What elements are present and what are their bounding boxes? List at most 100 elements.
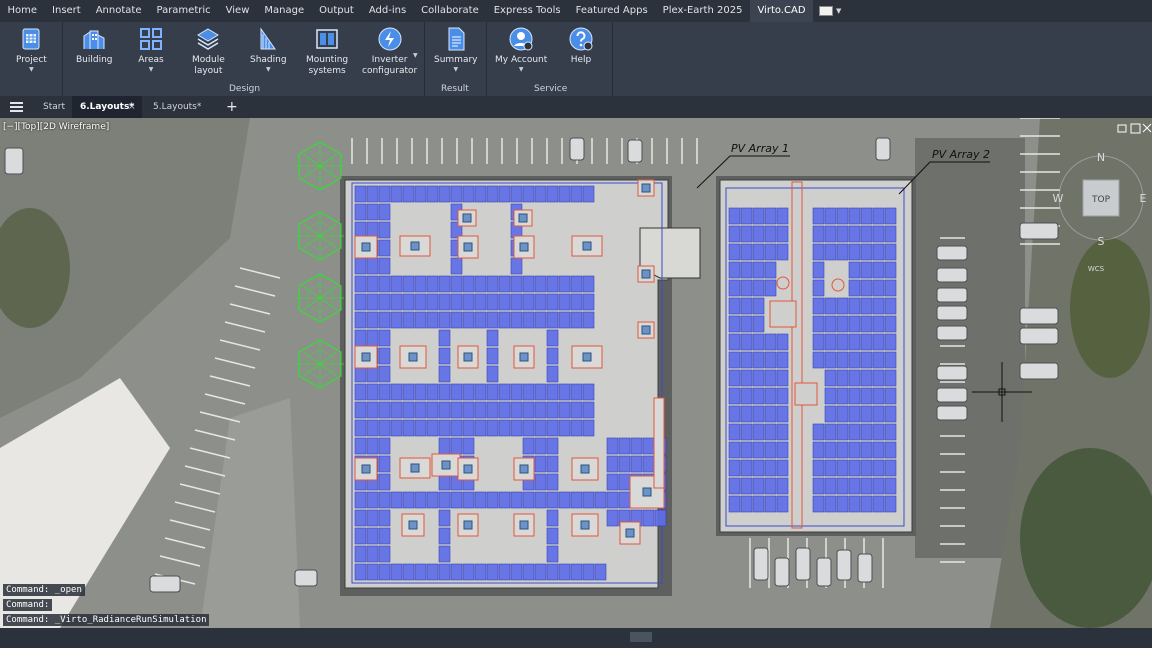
close-icon[interactable]: × [126, 96, 138, 118]
pv-module [776, 243, 789, 261]
pv-module [836, 459, 849, 477]
parked-car [569, 137, 585, 161]
pv-module [812, 351, 825, 369]
pv-module [752, 315, 765, 333]
add-tab-icon[interactable]: + [218, 96, 246, 118]
pv-module [860, 351, 873, 369]
menu-virto-cad[interactable]: Virto.CAD [749, 0, 814, 22]
menu-add-ins[interactable]: Add-ins [361, 0, 413, 22]
pv-module [426, 491, 439, 509]
compass-south[interactable]: S [1098, 235, 1105, 248]
chevron-down-icon: ▼ [413, 52, 418, 59]
pv-module [354, 563, 367, 581]
pv-module [836, 405, 849, 423]
hamburger-icon[interactable] [10, 102, 23, 112]
menu-featured-apps[interactable]: Featured Apps [568, 0, 655, 22]
building-button[interactable]: Building [76, 26, 113, 66]
pv-module [390, 491, 403, 509]
pv-module [884, 405, 897, 423]
keepout-zone [831, 278, 845, 292]
viewport-controls-label[interactable]: [−][Top][2D Wireframe] [3, 122, 109, 132]
pv-module [438, 311, 451, 329]
status-bar-button[interactable] [630, 632, 652, 642]
pv-module [872, 297, 885, 315]
menu-collaborate[interactable]: Collaborate [414, 0, 487, 22]
menu-parametric[interactable]: Parametric [149, 0, 218, 22]
pv-module [728, 261, 741, 279]
pv-module [606, 473, 619, 491]
parked-car [936, 245, 968, 261]
areas-button[interactable]: Areas ▼ [138, 26, 164, 74]
pv-array-2-label[interactable]: PV Array 2 [932, 148, 990, 161]
pv-module [848, 315, 861, 333]
menu-home[interactable]: Home [0, 0, 45, 22]
tab-start[interactable]: Start [35, 96, 73, 118]
pv-module [860, 495, 873, 513]
compass-east[interactable]: E [1140, 192, 1147, 205]
roof-vent-icon [519, 464, 529, 474]
pv-module [402, 491, 415, 509]
pv-module [486, 185, 499, 203]
wcs-label[interactable]: WCS [1088, 265, 1105, 273]
menu-insert[interactable]: Insert [45, 0, 89, 22]
pv-module [378, 347, 391, 365]
workspace-switcher[interactable]: ▼ [819, 4, 847, 18]
compass-west[interactable]: W [1053, 192, 1064, 205]
pv-module [884, 459, 897, 477]
view-cube-top-label: TOP [1091, 195, 1111, 205]
pv-module [848, 441, 861, 459]
pv-module [498, 293, 511, 311]
tab-5-layouts[interactable]: 5.Layouts* [145, 96, 209, 118]
pv-module [848, 243, 861, 261]
pv-module [414, 401, 427, 419]
pv-module [728, 207, 741, 225]
parked-car [836, 549, 852, 581]
pv-module [860, 405, 873, 423]
chevron-down-icon: ▼ [518, 66, 524, 73]
pv-module [510, 185, 523, 203]
pv-module [776, 225, 789, 243]
project-button[interactable]: Project ▼ [16, 26, 47, 74]
pv-module [728, 315, 741, 333]
pv-module [534, 419, 547, 437]
drawing-canvas[interactable]: PV Array 1 PV Array 2 TOP N S W E WCS [0, 118, 1152, 628]
menu-express-tools[interactable]: Express Tools [486, 0, 568, 22]
pv-module [366, 527, 379, 545]
ribbon: Project ▼ Building Areas ▼ Module layout [0, 22, 1152, 97]
pv-module [462, 293, 475, 311]
menu-manage[interactable]: Manage [257, 0, 312, 22]
pv-module [426, 383, 439, 401]
pv-module [510, 275, 523, 293]
mounting-systems-button[interactable]: Mounting systems [306, 26, 348, 77]
compass-north[interactable]: N [1097, 151, 1105, 164]
pv-module [836, 441, 849, 459]
menu-annotate[interactable]: Annotate [88, 0, 149, 22]
pv-module [570, 293, 583, 311]
pv-module [848, 495, 861, 513]
menu-plex-earth[interactable]: Plex-Earth 2025 [655, 0, 750, 22]
pv-module [848, 459, 861, 477]
pv-module [498, 185, 511, 203]
help-button[interactable]: Help [568, 26, 594, 66]
my-account-button[interactable]: My Account ▼ [495, 26, 547, 74]
pv-module [872, 405, 885, 423]
pv-module [764, 333, 777, 351]
drawing-viewport[interactable]: PV Array 1 PV Array 2 TOP N S W E WCS [−… [0, 118, 1152, 628]
menu-view[interactable]: View [218, 0, 257, 22]
shading-button[interactable]: Shading ▼ [250, 26, 287, 74]
pv-module [366, 383, 379, 401]
pv-module [860, 423, 873, 441]
inverter-configurator-button[interactable]: Inverter configurator [362, 26, 417, 77]
module-layout-button[interactable]: Module layout [192, 26, 225, 77]
lightning-icon [378, 27, 402, 51]
pv-module [764, 261, 777, 279]
inverter-dropdown[interactable]: ▼ [413, 52, 418, 60]
pv-module [860, 225, 873, 243]
pv-module [546, 491, 559, 509]
flag-icon [819, 6, 834, 16]
menu-output[interactable]: Output [312, 0, 362, 22]
pv-array-1-label[interactable]: PV Array 1 [731, 142, 789, 155]
pv-module [354, 203, 367, 221]
pv-module [462, 491, 475, 509]
summary-button[interactable]: Summary ▼ [434, 26, 478, 74]
